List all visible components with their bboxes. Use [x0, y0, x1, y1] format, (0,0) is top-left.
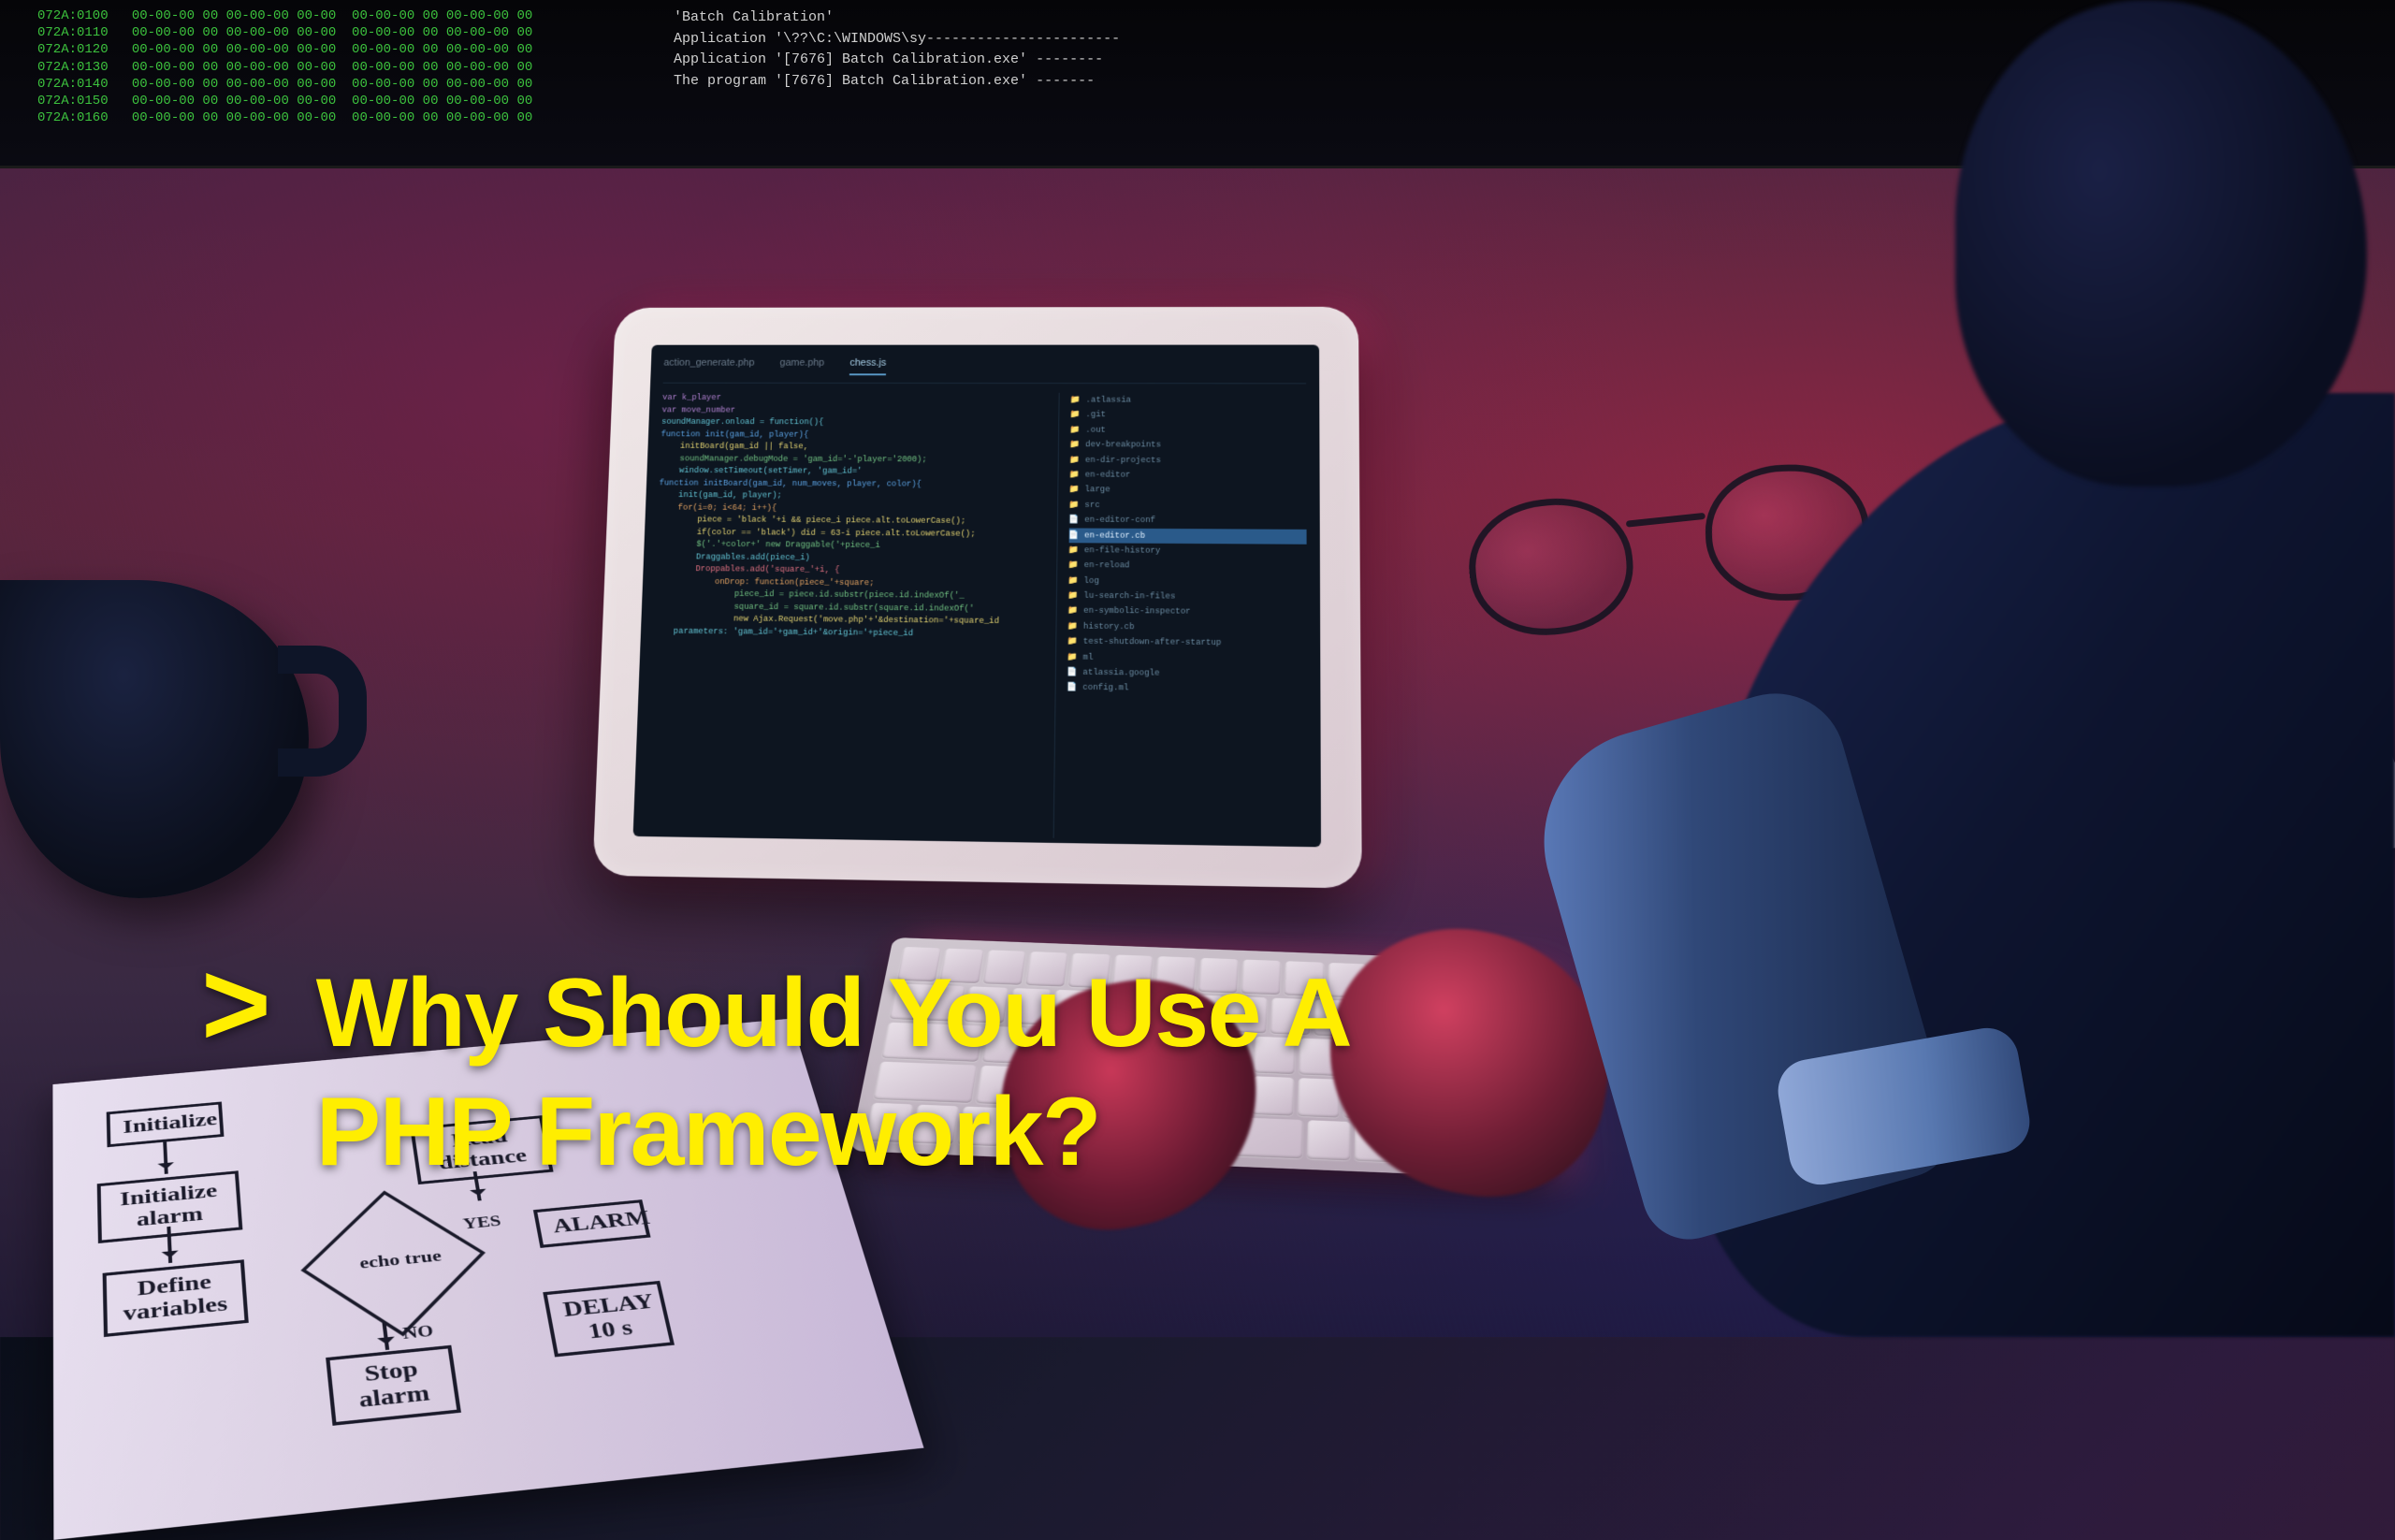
file-tree-pane: 📁 .atlassia📁 .git📁 .out📁 dev-breakpoints… — [1052, 393, 1307, 842]
lens-right — [1704, 462, 1872, 603]
lens-left — [1462, 491, 1639, 643]
title-overlay: > Why Should You Use A PHP Framework? — [201, 954, 1351, 1192]
flowchart-label: NO — [401, 1321, 434, 1344]
flowchart-decision: echo true — [300, 1191, 486, 1337]
chevron-icon: > — [201, 954, 271, 1056]
terminal-output: 'Batch Calibration' Application '\??\C:\… — [674, 7, 1120, 92]
delay-box: DELAY10 s — [543, 1281, 675, 1357]
tab-action-generate: action_generate.php — [663, 357, 755, 375]
title-text: Why Should You Use A PHP Framework? — [316, 954, 1351, 1192]
glasses-bridge — [1626, 513, 1706, 528]
decision-label: echo true — [334, 1243, 467, 1275]
code-editor-screen: action_generate.php game.php chess.js va… — [633, 345, 1321, 848]
alarm-box: ALARM — [533, 1199, 651, 1248]
stop-alarm-box: Stopalarm — [326, 1345, 461, 1426]
define-variables-box: Definevariables — [103, 1259, 249, 1336]
mug-handle — [278, 646, 367, 777]
tablet-device: action_generate.php game.php chess.js va… — [592, 307, 1362, 889]
tab-game: game.php — [779, 357, 824, 375]
tab-chess: chess.js — [849, 357, 886, 375]
editor-body: var k_playervar move_numbersoundManager.… — [646, 392, 1308, 842]
editor-tabs: action_generate.php game.php chess.js — [663, 357, 1306, 384]
title-line-1: Why Should You Use A — [316, 954, 1351, 1073]
background-monitor: 072A:0100 00-00-00 00 00-00-00 00-00 00-… — [0, 0, 2395, 168]
flowchart-label: YES — [462, 1212, 502, 1233]
terminal-hex-dump: 072A:0100 00-00-00 00 00-00-00 00-00 00-… — [37, 7, 532, 126]
title-line-2: PHP Framework? — [316, 1073, 1351, 1192]
hero-image: 072A:0100 00-00-00 00 00-00-00 00-00 00-… — [0, 0, 2395, 1337]
code-pane: var k_playervar move_numbersoundManager.… — [646, 392, 1059, 838]
